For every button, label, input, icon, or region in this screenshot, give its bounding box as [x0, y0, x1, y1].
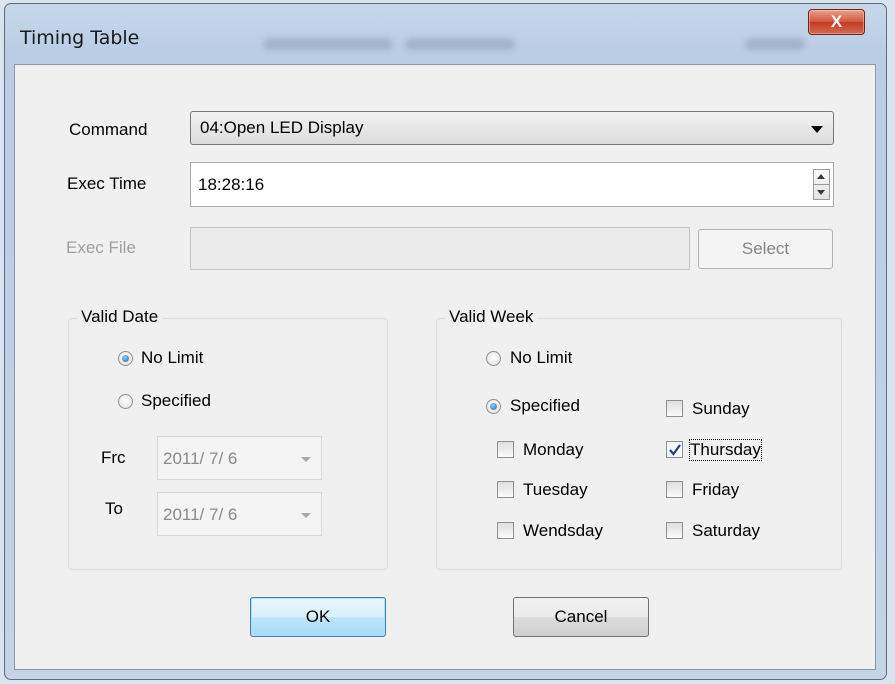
close-icon[interactable]: X — [831, 12, 842, 31]
chevron-down-icon[interactable] — [301, 513, 311, 518]
checkmark-icon — [669, 444, 681, 456]
valid-week-specified-label[interactable]: Specified — [510, 396, 580, 416]
sunday-checkbox[interactable] — [666, 400, 683, 417]
friday-checkbox[interactable] — [666, 481, 683, 498]
valid-week-no-limit-label[interactable]: No Limit — [510, 348, 572, 368]
valid-week-title: Valid Week — [445, 307, 538, 327]
wendsday-label[interactable]: Wendsday — [523, 521, 603, 541]
ok-button[interactable]: OK — [250, 597, 386, 637]
close-button[interactable]: X — [808, 9, 865, 35]
sunday-label[interactable]: Sunday — [692, 399, 750, 419]
window-title: Timing Table — [20, 27, 140, 49]
monday-checkbox[interactable] — [497, 441, 514, 458]
chevron-down-icon[interactable] — [811, 126, 823, 133]
command-label: Command — [69, 120, 148, 139]
tuesday-label[interactable]: Tuesday — [523, 480, 588, 500]
valid-date-title: Valid Date — [77, 307, 163, 327]
friday-label[interactable]: Friday — [692, 480, 739, 500]
valid-date-no-limit-radio[interactable] — [118, 351, 133, 366]
from-date-value: 2011/ 7/ 6 — [163, 449, 238, 468]
cancel-button[interactable]: Cancel — [513, 597, 649, 637]
valid-date-no-limit-label[interactable]: No Limit — [141, 348, 203, 368]
spinner-divider — [814, 184, 829, 185]
exec-file-input[interactable] — [190, 227, 690, 270]
from-date-picker[interactable]: 2011/ 7/ 6 — [157, 436, 322, 480]
to-date-picker[interactable]: 2011/ 7/ 6 — [157, 492, 322, 536]
thursday-checkbox[interactable] — [666, 441, 683, 458]
select-button[interactable]: Select — [698, 229, 833, 269]
monday-label[interactable]: Monday — [523, 440, 583, 460]
to-date-value: 2011/ 7/ 6 — [163, 505, 238, 524]
valid-week-specified-radio[interactable] — [486, 399, 501, 414]
saturday-checkbox[interactable] — [666, 522, 683, 539]
valid-date-specified-label[interactable]: Specified — [141, 391, 211, 411]
exec-time-label: Exec Time — [67, 174, 147, 193]
saturday-label[interactable]: Saturday — [692, 521, 760, 541]
exec-time-input[interactable]: 18:28:16 — [190, 162, 834, 207]
wendsday-checkbox[interactable] — [497, 522, 514, 539]
titlebar-blur — [405, 38, 515, 50]
spin-up-icon[interactable] — [817, 174, 825, 179]
command-dropdown[interactable]: 04:Open LED Display — [190, 111, 834, 145]
thursday-label[interactable]: Thursday — [689, 439, 762, 461]
command-value: 04:Open LED Display — [200, 118, 364, 137]
tuesday-checkbox[interactable] — [497, 481, 514, 498]
exec-file-label: Exec File — [66, 238, 136, 257]
valid-week-no-limit-radio[interactable] — [486, 351, 501, 366]
titlebar-blur — [263, 38, 393, 50]
spin-down-icon[interactable] — [817, 190, 825, 195]
exec-time-value: 18:28:16 — [198, 175, 265, 194]
time-spinner[interactable] — [813, 169, 830, 200]
valid-date-specified-radio[interactable] — [118, 394, 133, 409]
from-label: Frc — [101, 448, 126, 467]
chevron-down-icon[interactable] — [301, 457, 311, 462]
to-label: To — [105, 499, 123, 518]
titlebar-blur — [745, 38, 805, 50]
